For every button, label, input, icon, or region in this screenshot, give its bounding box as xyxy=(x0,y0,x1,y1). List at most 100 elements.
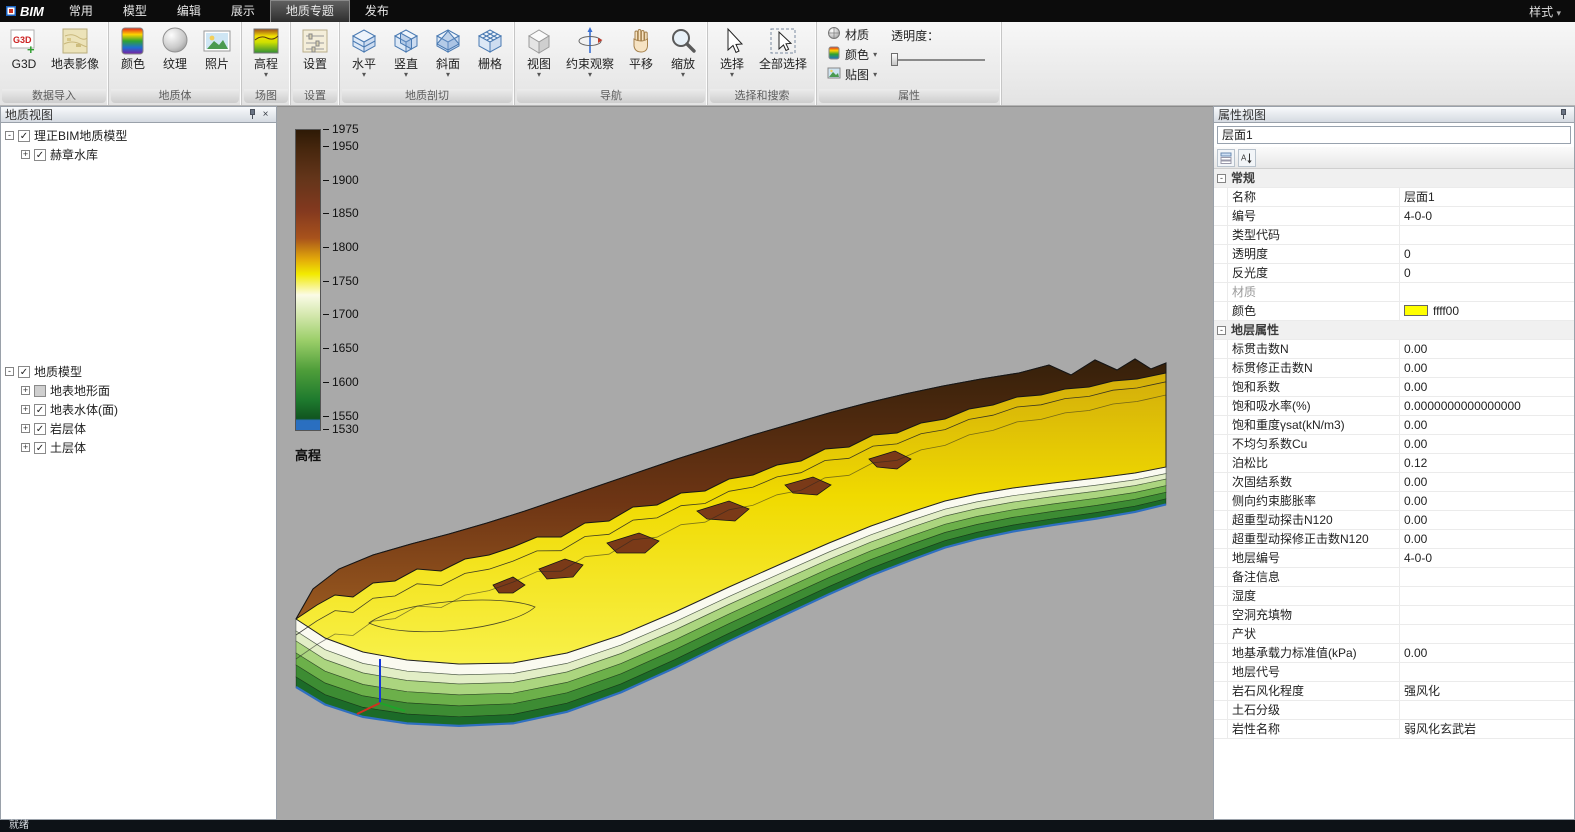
expand-icon[interactable]: + xyxy=(21,424,30,433)
collapse-icon[interactable]: - xyxy=(1217,326,1226,335)
tree-item-model-4[interactable]: +✓土层体 xyxy=(1,438,276,457)
checkbox[interactable] xyxy=(34,385,46,397)
material-button[interactable]: 材质 xyxy=(823,25,881,43)
property-row-20[interactable]: 地层编号4-0-0 xyxy=(1214,549,1574,568)
checkbox[interactable]: ✓ xyxy=(34,442,46,454)
property-row-25[interactable]: 地基承载力标准值(kPa)0.00 xyxy=(1214,644,1574,663)
pin-icon[interactable] xyxy=(1557,108,1570,121)
menu-tab-2[interactable]: 编辑 xyxy=(162,0,216,22)
menu-tab-1[interactable]: 模型 xyxy=(108,0,162,22)
style-menu[interactable]: 样式 ▾ xyxy=(1529,3,1575,20)
property-category-8[interactable]: -地层属性 xyxy=(1214,321,1574,340)
ribbon-button-cursor-all[interactable]: 全部选择 xyxy=(753,24,813,71)
property-row-10[interactable]: 标贯修正击数N0.00 xyxy=(1214,359,1574,378)
collapse-icon[interactable]: - xyxy=(5,367,14,376)
property-row-12[interactable]: 饱和吸水率(%)0.0000000000000000 xyxy=(1214,397,1574,416)
property-category-0[interactable]: -常规 xyxy=(1214,169,1574,188)
property-row-5[interactable]: 反光度0 xyxy=(1214,264,1574,283)
tree-item-model-3[interactable]: +✓岩层体 xyxy=(1,419,276,438)
legend-title: 高程 xyxy=(295,445,321,464)
menu-tab-5[interactable]: 发布 xyxy=(350,0,404,22)
ribbon-button-cut-horizontal[interactable]: 水平▾ xyxy=(343,24,385,78)
property-row-11[interactable]: 饱和系数0.00 xyxy=(1214,378,1574,397)
expand-icon[interactable]: + xyxy=(21,405,30,414)
menu-tab-0[interactable]: 常用 xyxy=(54,0,108,22)
ribbon-button-photo[interactable]: 照片 xyxy=(196,24,238,71)
ribbon-button-view-cube[interactable]: 视图▾ xyxy=(518,24,560,78)
expand-icon[interactable]: + xyxy=(21,386,30,395)
property-row-9[interactable]: 标贯击数N0.00 xyxy=(1214,340,1574,359)
property-row-23[interactable]: 空洞充填物 xyxy=(1214,606,1574,625)
ribbon-button-pan-hand[interactable]: 平移 xyxy=(620,24,662,71)
ribbon-button-orbit[interactable]: 约束观察▾ xyxy=(560,24,620,78)
property-row-7[interactable]: 颜色ffff00 xyxy=(1214,302,1574,321)
property-row-24[interactable]: 产状 xyxy=(1214,625,1574,644)
expand-icon[interactable]: + xyxy=(21,150,30,159)
property-row-15[interactable]: 泊松比0.12 xyxy=(1214,454,1574,473)
ribbon-button-rainbow[interactable]: 颜色 xyxy=(112,24,154,71)
tree-item-view-0[interactable]: -✓理正BIM地质模型 xyxy=(1,126,276,145)
color-button[interactable]: 颜色 ▾ xyxy=(823,45,881,63)
checkbox[interactable]: ✓ xyxy=(34,423,46,435)
dropdown-arrow-icon: ▾ xyxy=(537,71,541,78)
pin-icon[interactable] xyxy=(246,108,259,121)
property-row-13[interactable]: 饱和重度γsat(kN/m3)0.00 xyxy=(1214,416,1574,435)
property-grid: -常规名称层面1编号4-0-0类型代码透明度0反光度0材质颜色ffff00-地层… xyxy=(1214,169,1574,819)
checkbox[interactable]: ✓ xyxy=(18,130,30,142)
slider-handle[interactable] xyxy=(891,53,898,66)
property-row-28[interactable]: 土石分级 xyxy=(1214,701,1574,720)
tree-item-view-1[interactable]: +✓赫章水库 xyxy=(1,145,276,164)
property-row-19[interactable]: 超重型动探修正击数N1200.00 xyxy=(1214,530,1574,549)
property-row-17[interactable]: 侧向约束膨胀率0.00 xyxy=(1214,492,1574,511)
menu-tab-3[interactable]: 展示 xyxy=(216,0,270,22)
transparency-slider[interactable] xyxy=(891,52,995,68)
property-row-18[interactable]: 超重型动探击N1200.00 xyxy=(1214,511,1574,530)
ribbon-group-label: 选择和搜索 xyxy=(710,89,814,103)
dropdown-arrow-icon: ▾ xyxy=(873,50,877,59)
property-row-4[interactable]: 透明度0 xyxy=(1214,245,1574,264)
collapse-icon[interactable]: - xyxy=(1217,174,1226,183)
close-icon[interactable]: × xyxy=(259,108,272,121)
ribbon-button-cut-grid[interactable]: 栅格 xyxy=(469,24,511,71)
checkbox[interactable]: ✓ xyxy=(34,149,46,161)
property-row-27[interactable]: 岩石风化程度强风化 xyxy=(1214,682,1574,701)
tree-item-model-1[interactable]: +地表地形面 xyxy=(1,381,276,400)
tree-item-model-2[interactable]: +✓地表水体(面) xyxy=(1,400,276,419)
ribbon-button-elevation[interactable]: 高程▾ xyxy=(245,24,287,78)
collapse-icon[interactable]: - xyxy=(5,131,14,140)
property-row-3[interactable]: 类型代码 xyxy=(1214,226,1574,245)
checkbox[interactable]: ✓ xyxy=(18,366,30,378)
ribbon-button-settings[interactable]: 设置 xyxy=(294,24,336,71)
categorized-view-button[interactable] xyxy=(1217,149,1235,167)
viewport-3d[interactable]: 1975195019001850180017501700165016001550… xyxy=(277,106,1213,820)
dropdown-arrow-icon: ▾ xyxy=(873,70,877,79)
menu-tab-4[interactable]: 地质专题 xyxy=(270,0,350,22)
ribbon-button-surface-image[interactable]: 地表影像 xyxy=(45,24,105,71)
ribbon-button-cut-vertical[interactable]: 竖直▾ xyxy=(385,24,427,78)
legend-tick-label: 1650 xyxy=(332,341,359,355)
ribbon-button-cursor[interactable]: 选择▾ xyxy=(711,24,753,78)
property-row-26[interactable]: 地层代号 xyxy=(1214,663,1574,682)
ribbon-button-zoom[interactable]: 缩放▾ xyxy=(662,24,704,78)
property-row-6[interactable]: 材质 xyxy=(1214,283,1574,302)
terrain-model[interactable] xyxy=(277,107,1213,820)
checkbox[interactable]: ✓ xyxy=(34,404,46,416)
tree-item-model-0[interactable]: -✓地质模型 xyxy=(1,362,276,381)
properties-toolbar: A xyxy=(1214,147,1574,169)
geology-view-panel: 地质视图 × -✓理正BIM地质模型+✓赫章水库 -✓地质模型+地表地形面+✓地… xyxy=(0,106,277,820)
property-row-29[interactable]: 岩性名称弱风化玄武岩 xyxy=(1214,720,1574,739)
sort-alphabetical-button[interactable]: A xyxy=(1238,149,1256,167)
property-row-16[interactable]: 次固结系数0.00 xyxy=(1214,473,1574,492)
ribbon-button-cut-slope[interactable]: 斜面▾ xyxy=(427,24,469,78)
property-row-2[interactable]: 编号4-0-0 xyxy=(1214,207,1574,226)
property-row-21[interactable]: 备注信息 xyxy=(1214,568,1574,587)
ribbon-button-sphere[interactable]: 纹理 xyxy=(154,24,196,71)
object-selector[interactable]: 层面1 xyxy=(1217,126,1571,144)
ribbon-button-g3d[interactable]: G3D+G3D xyxy=(3,24,45,71)
property-row-1[interactable]: 名称层面1 xyxy=(1214,188,1574,207)
property-row-14[interactable]: 不均匀系数Cu0.00 xyxy=(1214,435,1574,454)
decal-button[interactable]: 贴图 ▾ xyxy=(823,65,881,83)
status-text: 就绪 xyxy=(9,820,29,831)
expand-icon[interactable]: + xyxy=(21,443,30,452)
property-row-22[interactable]: 湿度 xyxy=(1214,587,1574,606)
